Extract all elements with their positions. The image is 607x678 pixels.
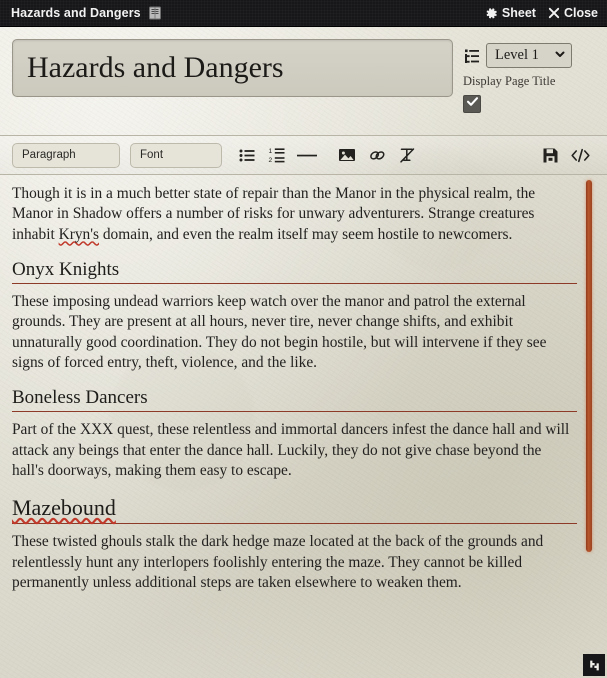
level-select-wrap: Level 1 bbox=[486, 43, 572, 68]
section-boneless-dancers: Boneless Dancers Part of the XXX quest, … bbox=[12, 387, 577, 481]
source-code-icon[interactable] bbox=[565, 140, 595, 170]
section-heading: Onyx Knights bbox=[12, 259, 577, 284]
save-floppy-icon[interactable] bbox=[535, 140, 565, 170]
section-mazebound: Mazebound These twisted ghouls stalk the… bbox=[12, 495, 577, 593]
checkmark-icon bbox=[466, 95, 479, 113]
window-titlebar: Hazards and Dangers Sheet Close bbox=[0, 0, 607, 27]
level-row: Level 1 bbox=[463, 43, 572, 68]
display-page-title-checkbox[interactable] bbox=[463, 95, 481, 113]
svg-text:1: 1 bbox=[268, 148, 272, 155]
bulleted-list-icon[interactable] bbox=[232, 140, 262, 170]
close-button[interactable]: Close bbox=[548, 6, 598, 20]
vertical-scrollbar-track[interactable] bbox=[585, 180, 593, 650]
intro-text-part-2: domain, and even the realm itself may se… bbox=[99, 225, 513, 243]
clear-formatting-icon[interactable] bbox=[392, 140, 422, 170]
section-body: These twisted ghouls stalk the dark hedg… bbox=[12, 533, 544, 591]
numbered-list-icon[interactable]: 1 2 bbox=[262, 140, 292, 170]
display-page-title-label: Display Page Title bbox=[463, 74, 556, 88]
editor-paper: Hazards and Dangers Level 1 Display Page… bbox=[0, 27, 607, 678]
editor-toolbar: Paragraph Font 1 2 bbox=[0, 135, 607, 175]
font-family-select[interactable]: Font bbox=[130, 142, 222, 168]
tree-list-icon bbox=[463, 47, 481, 65]
editor-content-area[interactable]: Though it is in a much better state of r… bbox=[0, 175, 607, 678]
intro-paragraph: Though it is in a much better state of r… bbox=[12, 184, 577, 245]
section-body: Part of the XXX quest, these relentless … bbox=[12, 421, 570, 479]
rich-text-content[interactable]: Though it is in a much better state of r… bbox=[12, 184, 577, 593]
section-heading: Boneless Dancers bbox=[12, 387, 577, 413]
page-editor-window: Hazards and Dangers Sheet Close Hazards … bbox=[0, 0, 607, 678]
page-header-row: Hazards and Dangers Level 1 Display Page… bbox=[0, 27, 607, 135]
close-x-icon bbox=[548, 7, 560, 19]
resize-handle-icon[interactable] bbox=[583, 654, 605, 676]
page-title-input[interactable]: Hazards and Dangers bbox=[12, 39, 453, 97]
titlebar-actions: Sheet Close bbox=[485, 6, 598, 20]
header-controls: Level 1 Display Page Title bbox=[463, 39, 595, 113]
link-icon[interactable] bbox=[362, 140, 392, 170]
section-heading: Mazebound bbox=[12, 495, 577, 525]
svg-text:2: 2 bbox=[268, 157, 272, 164]
vertical-scrollbar-thumb[interactable] bbox=[586, 180, 592, 552]
misspelled-word-kryns: Kryn's bbox=[58, 225, 99, 243]
gear-icon bbox=[485, 7, 498, 20]
image-icon[interactable] bbox=[332, 140, 362, 170]
window-title: Hazards and Dangers bbox=[11, 6, 141, 20]
section-body: These imposing undead warriors keep watc… bbox=[12, 292, 547, 371]
close-label: Close bbox=[563, 6, 598, 20]
horizontal-rule-icon[interactable] bbox=[292, 140, 322, 170]
section-onyx-knights: Onyx Knights These imposing undead warri… bbox=[12, 259, 577, 373]
paragraph-style-select[interactable]: Paragraph bbox=[12, 142, 120, 168]
sheet-button[interactable]: Sheet bbox=[485, 6, 536, 20]
heading-level-select[interactable]: Level 1 bbox=[486, 43, 572, 68]
book-icon bbox=[148, 6, 163, 21]
sheet-label: Sheet bbox=[501, 6, 536, 20]
misspelled-word-mazebound: Mazebound bbox=[12, 495, 116, 521]
